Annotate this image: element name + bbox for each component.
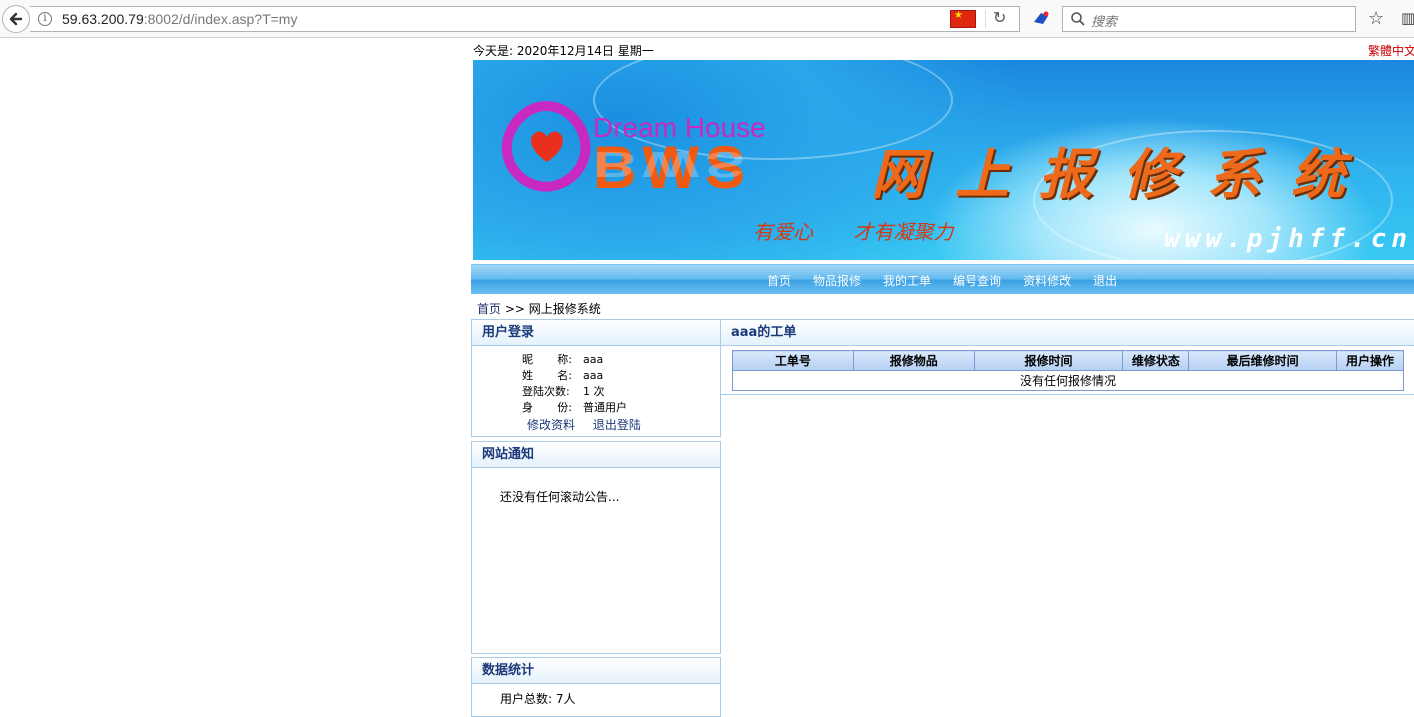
- notice-content: 还没有任何滚动公告...: [500, 490, 620, 504]
- traditional-chinese-link[interactable]: 繁體中文: [1368, 42, 1414, 59]
- search-icon: [1071, 12, 1085, 26]
- browser-toolbar: i 59.63.200.79:8002/d/index.asp?T=my ★ ↻…: [0, 0, 1414, 38]
- site-notice-panel: 网站通知 还没有任何滚动公告...: [471, 441, 721, 654]
- identity-row: 身份: 普通用户: [522, 401, 627, 414]
- site-url: www.pjhff.cn: [1164, 224, 1412, 254]
- nav-item-profile[interactable]: 资料修改: [1023, 272, 1071, 289]
- work-orders-panel: aaa的工单 工单号 报修物品 报修时间 维修状态 最后维修时间 用户操作 没有…: [721, 319, 1414, 395]
- site-banner: Dream House BWS BWS 网上报修系统 有爱心 才有凝聚力 www…: [473, 60, 1414, 260]
- site-info-icon[interactable]: i: [38, 12, 52, 26]
- back-button[interactable]: [2, 5, 30, 33]
- slogan: 有爱心 才有凝聚力: [753, 220, 954, 244]
- nav-item-lookup[interactable]: 编号查询: [953, 272, 1001, 289]
- user-info: 昵称: aaa 姓名: aaa 登陆次数: 1 次 身份: 普通用户: [522, 352, 627, 416]
- column-header-report-time: 报修时间: [973, 350, 1124, 371]
- heart-logo-icon: [501, 100, 591, 192]
- column-header-item: 报修物品: [852, 350, 975, 371]
- user-login-panel: 用户登录 昵称: aaa 姓名: aaa 登陆次数: 1 次 身份: 普通用户 …: [471, 319, 721, 437]
- edit-profile-link[interactable]: 修改资料: [527, 418, 575, 432]
- nickname-row: 昵称: aaa: [522, 353, 604, 366]
- url-divider: [985, 10, 986, 28]
- china-flag-icon[interactable]: ★: [950, 10, 976, 28]
- work-orders-table: 工单号 报修物品 报修时间 维修状态 最后维修时间 用户操作 没有任何报修情况: [732, 350, 1404, 391]
- breadcrumb-separator: >>: [501, 302, 529, 316]
- main-nav: 首页 物品报修 我的工单 编号查询 资料修改 退出: [471, 264, 1414, 294]
- nickname-value: aaa: [583, 353, 604, 366]
- breadcrumb-home[interactable]: 首页: [477, 302, 501, 316]
- column-header-actions: 用户操作: [1336, 350, 1404, 371]
- identity-value: 普通用户: [583, 401, 627, 414]
- data-stats-panel: 数据统计 用户总数: 7人: [471, 657, 721, 717]
- login-count-value: 1 次: [583, 385, 605, 398]
- empty-message: 没有任何报修情况: [732, 370, 1404, 391]
- nav-item-report[interactable]: 物品报修: [813, 272, 861, 289]
- table-header-row: 工单号 报修物品 报修时间 维修状态 最后维修时间 用户操作: [732, 350, 1404, 371]
- login-count-row: 登陆次数: 1 次: [522, 385, 605, 398]
- name-row: 姓名: aaa: [522, 369, 604, 382]
- search-bar[interactable]: 搜索: [1062, 6, 1356, 32]
- extension-icon[interactable]: [1032, 10, 1050, 26]
- column-header-order-no: 工单号: [732, 350, 854, 371]
- reload-icon[interactable]: ↻: [993, 8, 1006, 27]
- name-value: aaa: [583, 369, 604, 382]
- column-header-status: 维修状态: [1122, 350, 1190, 371]
- panel-title: 网站通知: [472, 442, 720, 468]
- panel-title: 数据统计: [472, 658, 720, 684]
- address-bar[interactable]: i 59.63.200.79:8002/d/index.asp?T=my ★ ↻: [30, 6, 1020, 32]
- date-text: 今天是: 2020年12月14日 星期一: [473, 44, 654, 58]
- nav-item-logout[interactable]: 退出: [1093, 272, 1117, 289]
- bookmark-star-icon[interactable]: ☆: [1368, 8, 1384, 29]
- page-container: 今天是: 2020年12月14日 星期一 繁體中文 Dream House BW…: [471, 38, 1414, 717]
- table-row: 没有任何报修情况: [732, 370, 1404, 391]
- back-arrow-icon: [9, 12, 23, 26]
- library-icon[interactable]: ▥: [1401, 9, 1414, 27]
- breadcrumb: 首页 >> 网上报修系统: [477, 300, 601, 317]
- users-total: 用户总数: 7人: [500, 692, 576, 706]
- panel-title: aaa的工单: [721, 320, 1414, 346]
- nav-item-home[interactable]: 首页: [767, 272, 791, 289]
- panel-title: 用户登录: [472, 320, 720, 346]
- column-header-last-repair-time: 最后维修时间: [1188, 350, 1338, 371]
- system-title: 网上报修系统: [871, 142, 1375, 206]
- user-actions: 修改资料 退出登陆: [527, 416, 655, 433]
- brand-logo-reflection: BWS: [593, 144, 751, 185]
- nav-item-my-orders[interactable]: 我的工单: [883, 272, 931, 289]
- logout-link[interactable]: 退出登陆: [593, 418, 641, 432]
- url-text[interactable]: 59.63.200.79:8002/d/index.asp?T=my: [62, 11, 297, 27]
- breadcrumb-current: 网上报修系统: [528, 302, 601, 316]
- search-placeholder: 搜索: [1091, 15, 1118, 30]
